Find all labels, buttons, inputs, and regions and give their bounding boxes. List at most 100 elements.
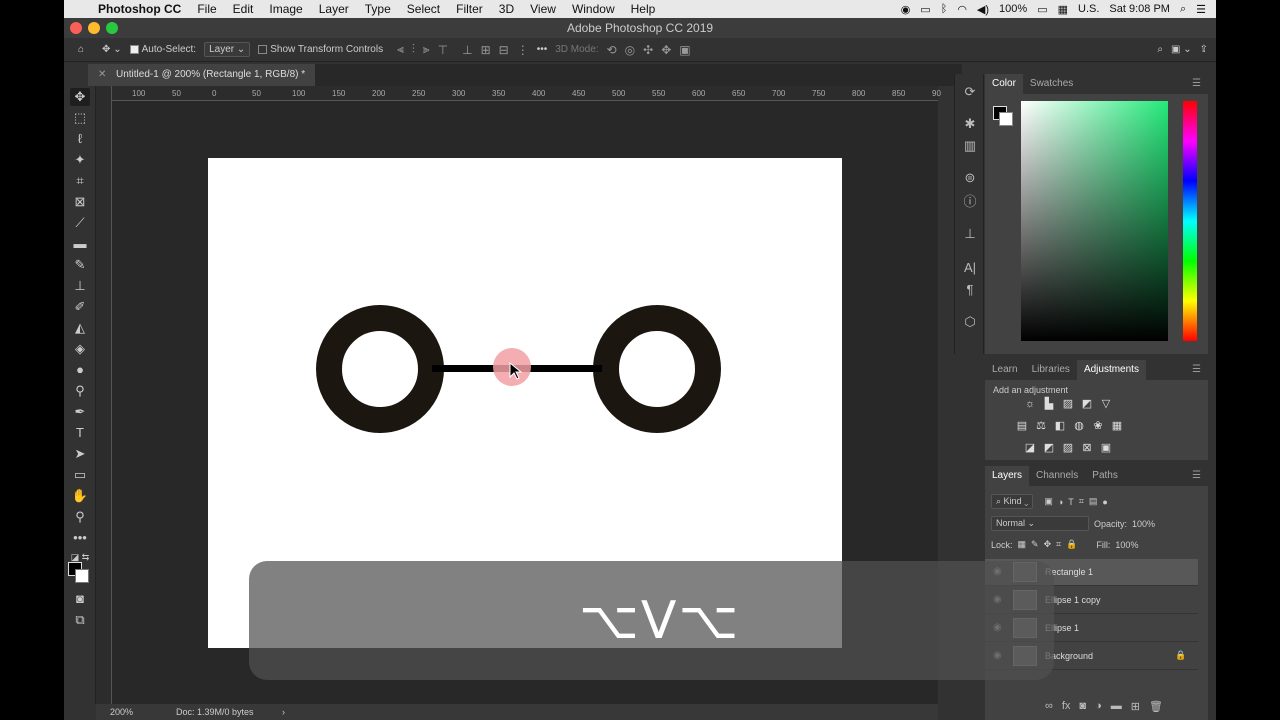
selective-color-icon[interactable]: ⊠ [1080, 442, 1094, 455]
history-brush-tool-icon[interactable]: ✐ [70, 298, 90, 316]
blend-mode-dropdown[interactable]: Normal ⌄ [991, 516, 1089, 531]
clone-stamp-tool-icon[interactable]: ⊥ [70, 277, 90, 295]
right-ring[interactable] [593, 305, 721, 433]
status-menu-chevron-icon[interactable]: › [282, 704, 285, 720]
menu-view[interactable]: View [522, 0, 564, 18]
link-layers-icon[interactable]: ∞ [1045, 700, 1053, 713]
align-bottom-icon[interactable]: ⊟ [499, 43, 509, 57]
lock-image-icon[interactable]: ✎ [1031, 539, 1039, 550]
tab-libraries[interactable]: Libraries [1025, 360, 1077, 380]
3d-scale-icon[interactable]: ▣ [679, 43, 690, 57]
3d-pan-icon[interactable]: ✣ [643, 43, 653, 57]
new-layer-icon[interactable]: ⊞ [1131, 700, 1140, 713]
menu-image[interactable]: Image [261, 0, 310, 18]
delete-layer-icon[interactable]: 🗑 [1149, 700, 1163, 713]
bluetooth-icon[interactable]: ᛒ [941, 3, 948, 15]
brushes-icon[interactable]: ▥ [962, 138, 978, 154]
fill-field[interactable]: 100% [1115, 540, 1138, 550]
new-adjustment-icon[interactable]: ◑ [1095, 700, 1102, 713]
zoom-tool-icon[interactable]: ⚲ [70, 508, 90, 526]
filter-adjustment-icon[interactable]: ◑ [1058, 497, 1063, 507]
menu-edit[interactable]: Edit [225, 0, 262, 18]
brush-tool-icon[interactable]: ✎ [70, 256, 90, 274]
healing-brush-tool-icon[interactable]: ▬ [70, 235, 90, 253]
eyedropper-tool-icon[interactable]: ⟋ [70, 214, 90, 232]
more-options-button[interactable]: ••• [537, 44, 548, 55]
channel-mixer-icon[interactable]: ❀ [1091, 420, 1105, 433]
opacity-field[interactable]: 100% [1132, 519, 1155, 529]
distribute-icon[interactable]: ⊥ [462, 43, 472, 57]
quick-mask-icon[interactable]: ◙ [70, 590, 90, 608]
spotlight-icon[interactable]: ⌕ [1180, 3, 1186, 16]
hue-saturation-icon[interactable]: ▤ [1015, 420, 1029, 433]
clock[interactable]: Sat 9:08 PM [1109, 3, 1170, 15]
brush-settings-icon[interactable]: ✱ [962, 116, 978, 132]
color-background-swatch[interactable] [999, 112, 1013, 126]
3d-slide-icon[interactable]: ✥ [661, 43, 671, 57]
lock-position-icon[interactable]: ✥ [1044, 539, 1052, 550]
layer-filter-dropdown[interactable]: ⌕ Kind ⌄ [991, 494, 1034, 509]
align-right-icon[interactable]: ⫸ [423, 42, 430, 57]
menu-filter[interactable]: Filter [448, 0, 491, 18]
filter-shape-icon[interactable]: ⌗ [1079, 496, 1084, 507]
marquee-tool-icon[interactable]: ⬚ [70, 109, 90, 127]
vertical-ruler[interactable] [96, 86, 112, 704]
crop-tool-icon[interactable]: ⌗ [70, 172, 90, 190]
zoom-level[interactable]: 200% [110, 704, 133, 720]
search-icon[interactable]: ⌕ [1157, 44, 1163, 55]
minimize-window-button[interactable] [88, 22, 100, 34]
posterize-icon[interactable]: ◩ [1042, 442, 1056, 455]
menu-help[interactable]: Help [623, 0, 664, 18]
tab-adjustments[interactable]: Adjustments [1076, 360, 1146, 380]
move-tool-icon[interactable]: ✥ [70, 88, 90, 106]
3d-roll-icon[interactable]: ◎ [625, 43, 635, 57]
tab-channels[interactable]: Channels [1029, 466, 1085, 486]
info-icon[interactable]: ⓘ [962, 194, 978, 210]
3d-rotate-icon[interactable]: ⟲ [607, 43, 617, 57]
menu-file[interactable]: File [189, 0, 224, 18]
black-white-icon[interactable]: ◧ [1053, 420, 1067, 433]
tab-color[interactable]: Color [985, 74, 1023, 94]
distribute-h-icon[interactable]: ⋮ [517, 43, 529, 57]
align-middle-icon[interactable]: ⊞ [481, 43, 491, 57]
tab-swatches[interactable]: Swatches [1023, 74, 1080, 94]
background-color-swatch[interactable] [75, 569, 89, 583]
align-top-icon[interactable]: ⊤ [438, 43, 448, 57]
gradient-map-icon[interactable]: ▣ [1099, 442, 1113, 455]
tool-presets-icon[interactable]: ⊥ [962, 226, 978, 242]
menu-app[interactable]: Photoshop CC [90, 0, 189, 18]
close-tab-icon[interactable]: ✕ [98, 64, 106, 86]
magic-wand-tool-icon[interactable]: ✦ [70, 151, 90, 169]
horizontal-ruler[interactable]: 100 50 0 50 100 150 200 250 300 350 400 450 500 550 60… [112, 86, 941, 101]
filter-type-icon[interactable]: T [1068, 497, 1074, 507]
invert-icon[interactable]: ◪ [1023, 442, 1037, 455]
vibrance-icon[interactable]: ▽ [1099, 398, 1113, 411]
notification-icon[interactable]: ☰ [1196, 3, 1206, 16]
character-panel-icon[interactable]: A| [962, 260, 978, 276]
exposure-icon[interactable]: ◩ [1080, 398, 1094, 411]
threshold-icon[interactable]: ▨ [1061, 442, 1075, 455]
auto-select-checkbox[interactable]: Auto-Select: [129, 44, 196, 55]
blur-tool-icon[interactable]: ● [70, 361, 90, 379]
align-left-icon[interactable]: ⫷ [397, 42, 404, 57]
type-tool-icon[interactable]: T [70, 424, 90, 442]
color-picker-field[interactable] [1021, 101, 1168, 341]
rectangle-tool-icon[interactable]: ▭ [70, 466, 90, 484]
cast-icon[interactable]: ▭ [920, 3, 930, 16]
add-mask-icon[interactable]: ◙ [1079, 700, 1086, 713]
tab-layers[interactable]: Layers [985, 466, 1030, 486]
panel-menu-icon[interactable]: ☰ [1185, 466, 1208, 486]
tab-paths[interactable]: Paths [1085, 466, 1125, 486]
edit-toolbar-icon[interactable]: ••• [70, 529, 90, 547]
dodge-tool-icon[interactable]: ⚲ [70, 382, 90, 400]
lock-pixels-icon[interactable]: ▦ [1018, 539, 1027, 550]
transform-controls-checkbox[interactable]: Show Transform Controls [258, 44, 383, 55]
record-icon[interactable]: ◉ [901, 3, 911, 16]
filter-smart-icon[interactable]: ▤ [1089, 496, 1098, 507]
filter-pixel-icon[interactable]: ▣ [1044, 496, 1053, 507]
color-balance-icon[interactable]: ⚖ [1034, 420, 1048, 433]
paragraph-panel-icon[interactable]: ¶ [962, 282, 978, 298]
menu-type[interactable]: Type [357, 0, 399, 18]
lasso-tool-icon[interactable]: ℓ [70, 130, 90, 148]
new-group-icon[interactable]: ▬ [1111, 700, 1122, 713]
